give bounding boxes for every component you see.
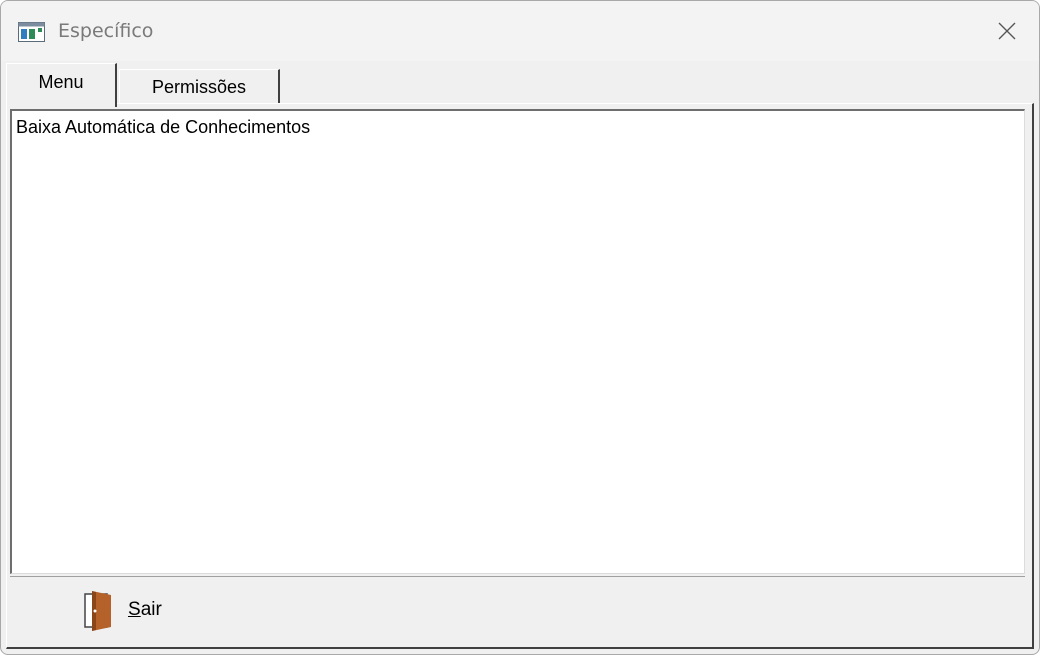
tab-strip: Menu Permissões xyxy=(1,61,1039,107)
exit-mnemonic: S xyxy=(128,599,141,620)
tab-permissoes[interactable]: Permissões xyxy=(119,69,280,105)
window-app-icon xyxy=(18,22,45,42)
door-exit-icon xyxy=(84,591,111,631)
tab-permissoes-label: Permissões xyxy=(151,77,247,97)
tab-menu-label: Menu xyxy=(38,72,84,92)
tab-panel: Baixa Automática de Conhecimentos Sair xyxy=(6,103,1034,649)
button-bar: Sair xyxy=(10,576,1025,645)
especifico-window: Específico Menu Permissões Baixa Automát… xyxy=(0,0,1040,655)
exit-button-label: Sair xyxy=(128,599,162,621)
close-icon xyxy=(998,22,1016,40)
tab-menu[interactable]: Menu xyxy=(6,63,117,107)
title-bar[interactable]: Específico xyxy=(1,1,1039,61)
menu-list[interactable]: Baixa Automática de Conhecimentos xyxy=(10,109,1025,574)
window-title: Específico xyxy=(58,20,154,42)
exit-label-rest: air xyxy=(140,599,162,620)
list-item[interactable]: Baixa Automática de Conhecimentos xyxy=(16,117,310,138)
close-button[interactable] xyxy=(976,1,1038,61)
exit-button[interactable]: Sair xyxy=(82,587,202,633)
